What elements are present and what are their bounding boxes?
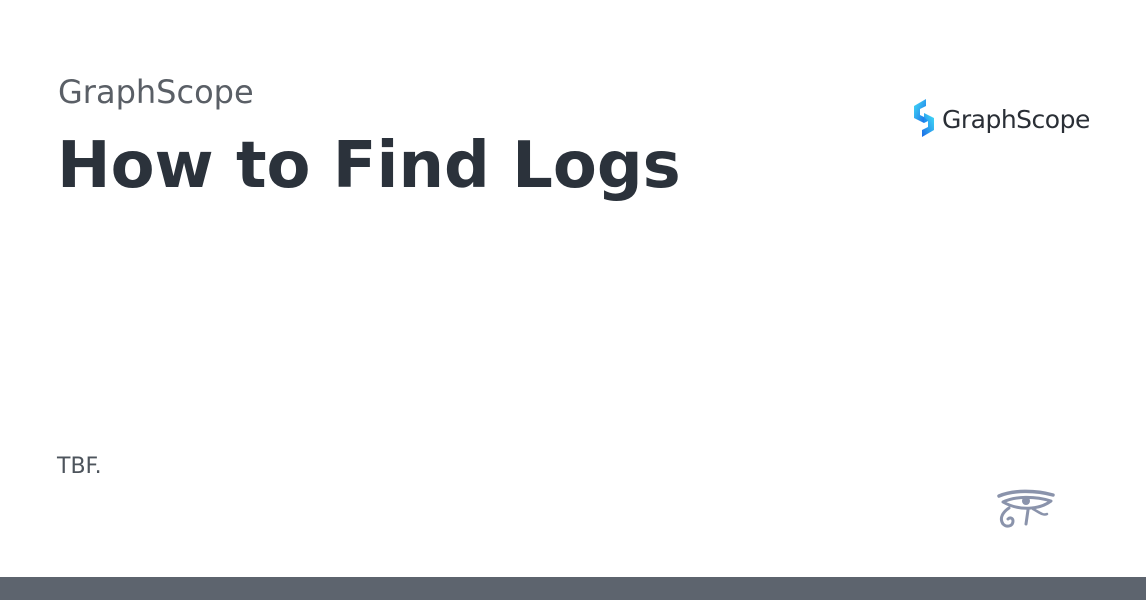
footer-bar: [0, 577, 1146, 600]
social-card: GraphScope How to Find Logs TBF. GraphSc…: [0, 0, 1146, 600]
page-description: TBF.: [57, 454, 102, 479]
graphscope-logo-text: GraphScope: [942, 105, 1090, 134]
eye-of-horus-icon: [995, 488, 1057, 534]
graphscope-logo-icon: [910, 98, 938, 142]
page-title: How to Find Logs: [57, 129, 681, 203]
graphscope-logo: GraphScope: [910, 98, 1090, 142]
site-name: GraphScope: [58, 73, 254, 111]
